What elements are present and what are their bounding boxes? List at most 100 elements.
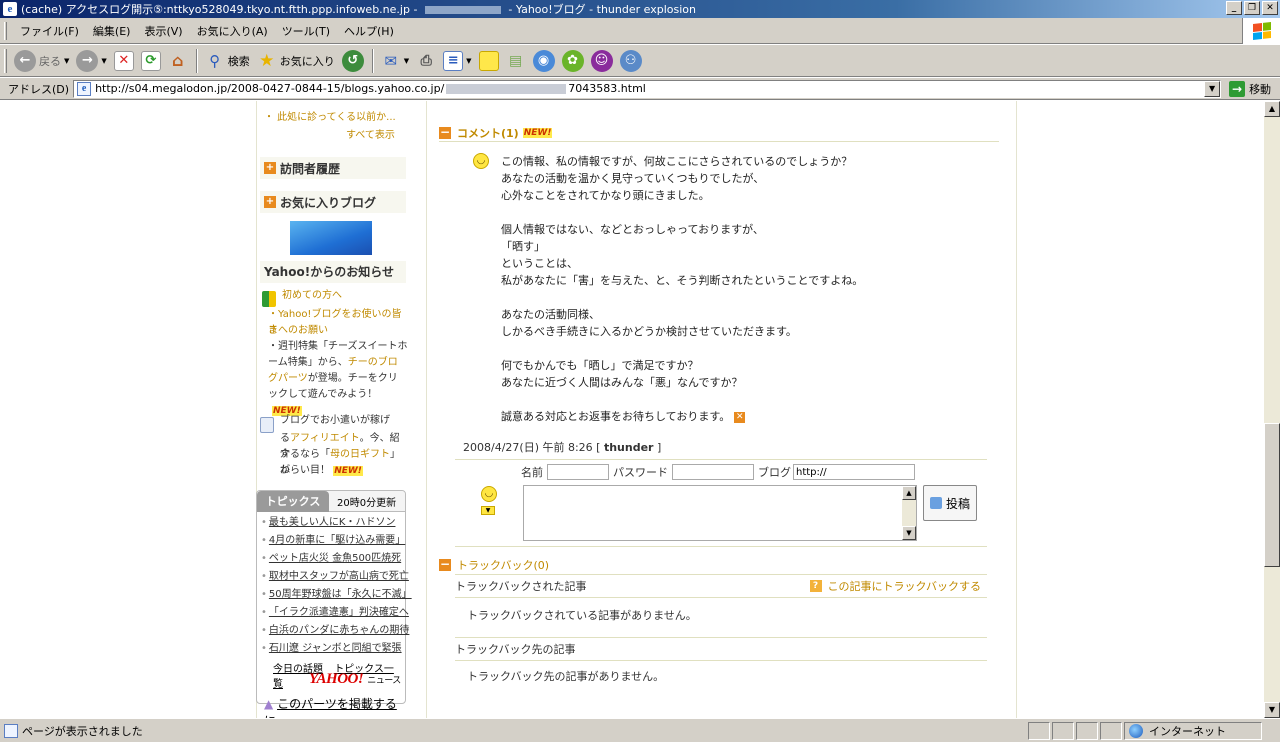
request-line-2: まへのお願い [268,325,328,336]
comment-author[interactable]: thunder [604,441,654,454]
feature-line-4: ックして遊んでみよう！ [268,389,378,400]
topic-link[interactable]: 取材中スタッフが高山病で死亡 [269,571,409,582]
show-all-link[interactable]: すべて表示 [346,126,395,141]
scroll-down-button[interactable]: ▼ [1264,702,1280,718]
recent-comment-link[interactable]: ・ 此処に診ってくる以前か... [264,108,396,123]
visitor-history-header[interactable]: + 訪問者履歴 [260,157,406,179]
menu-edit[interactable]: 編集(E) [86,21,138,41]
messenger-icon: ◉ [532,49,555,72]
expand-icon: + [264,196,276,208]
scroll-thumb[interactable] [1264,423,1280,567]
cheese-parts-link[interactable]: チーのブロ [348,357,398,368]
comment-paragraph: この情報、私の情報ですが、何故ここにさらされているのでしょうか？ あなたの活動を… [501,155,853,202]
comment-header[interactable]: − コメント(1) NEW! [439,124,999,142]
password-input[interactable] [672,464,754,480]
mothers-day-gift-link[interactable]: 母の日ギフト [330,449,390,460]
globe-icon [1129,723,1143,738]
embed-part-link[interactable]: ▲ このパーツを掲載するに [264,695,408,718]
contacts-button[interactable]: ⚇ [617,47,645,75]
comment-header-label: コメント(1) [457,126,519,140]
address-dropdown-button[interactable]: ▼ [1204,80,1221,97]
edit-button[interactable]: ≡ ▼ [440,47,474,75]
trackback-header-label: トラックバック(0) [457,559,550,572]
minimize-button[interactable]: _ [1226,1,1242,15]
scroll-down-icon[interactable]: ▼ [902,526,916,540]
trackback-header[interactable]: − トラックバック(0) [439,556,999,574]
restore-button[interactable]: ❐ [1244,1,1260,15]
refresh-button[interactable]: ⟳ [138,47,164,75]
menu-file[interactable]: ファイル(F) [13,21,86,41]
comment-form: ◡ ▼ 名前 パスワード ブログ ▲ ▼ 投稿 [455,459,987,547]
favorite-blogs-header[interactable]: + お気に入りブログ [260,191,406,213]
topic-link[interactable]: 「イラク派遣違憲」判決確定へ [269,607,409,618]
go-button[interactable]: → 移動 [1229,80,1272,97]
mail-button[interactable]: ✉ ▼ [378,47,412,75]
menu-view[interactable]: 表示(V) [137,21,189,41]
menu-help[interactable]: ヘルプ(H) [337,21,401,41]
name-input[interactable] [547,464,609,480]
menu-tools[interactable]: ツール(T) [275,21,337,41]
blog-url-input[interactable] [793,464,915,480]
topic-item[interactable]: 白浜のパンダに赤ちゃんの期待 [261,622,410,640]
address-input[interactable]: e http://s04.megalodon.jp/2008-0427-0844… [73,79,1222,98]
topic-link[interactable]: ペット店火災 金魚500匹焼死 [269,553,401,564]
notice-title: Yahoo!からのお知らせ [260,261,406,283]
topic-item[interactable]: 石川遼 ジャンボと同組で緊張 [261,640,405,658]
topics-tab[interactable]: トピックス [257,490,329,512]
trackback-this-link[interactable]: ? この記事にトラックバックする [809,578,981,594]
page-scrollbar[interactable]: ▲ ▼ [1264,101,1280,718]
topic-link[interactable]: 最も美しい人にK・ハドソン [269,517,396,528]
yahoo-messenger-button[interactable]: ☺ [588,47,616,75]
status-cell [1100,721,1122,740]
research-button[interactable]: ▤ [503,47,529,75]
search-button[interactable]: ⚲ 検索 [202,47,253,75]
topic-item[interactable]: 最も美しい人にK・ハドソン [261,514,405,532]
history-button[interactable]: ↺ [339,47,367,75]
beginners-label: 初めての方へ [282,290,342,301]
favorites-button[interactable]: ★ お気に入り [254,47,338,75]
toolbar-separator [195,48,198,73]
close-button[interactable]: ✕ [1262,1,1278,15]
scroll-up-icon[interactable]: ▲ [902,486,916,500]
notice-request-cont[interactable]: まへのお願い [268,323,328,339]
messenger-button[interactable]: ◉ [530,47,558,75]
topic-item[interactable]: 4月の新車に「駆け込み需要」 [261,532,405,550]
go-label: 移動 [1249,82,1272,96]
emoticon-dropdown-button[interactable]: ▼ [481,506,495,515]
blog-label: ブログ [758,466,791,479]
note-button[interactable] [476,47,502,75]
cheese-parts-link-2[interactable]: グパーツ [268,373,308,384]
affiliate-link[interactable]: アフィリエイト [290,433,360,444]
topic-link[interactable]: 4月の新車に「駆け込み需要」 [269,535,405,546]
yahoo-news-logo[interactable]: YAHOO! ニュース [309,671,401,688]
page-viewport[interactable]: ・ 此処に診ってくる以前か... すべて表示 + 訪問者履歴 + お気に入りブロ… [0,101,1264,718]
stop-button[interactable]: ✕ [111,47,137,75]
topic-link[interactable]: 白浜のパンダに赤ちゃんの期待 [269,625,410,636]
topic-link[interactable]: 石川遼 ジャンボと同組で緊張 [269,643,402,654]
comment-paragraph: あなたの活動同様、 しかるべき手続きに入るかどうか検討させていただきます。 [501,308,797,338]
comment-textarea[interactable]: ▲ ▼ [523,485,917,541]
topic-item[interactable]: 取材中スタッフが高山病で死亡 [261,568,409,586]
topics-list: 最も美しい人にK・ハドソン 4月の新車に「駆け込み需要」 ペット店火災 金魚50… [257,512,412,658]
beginners-link[interactable]: 初めての方へ [282,288,342,304]
topic-link[interactable]: 50周年野球盤は「永久に不滅」 [269,589,412,600]
topic-item[interactable]: 50周年野球盤は「永久に不滅」 [261,586,412,604]
print-button[interactable]: ⎙ [413,47,439,75]
home-button[interactable]: ⌂ [165,47,191,75]
banner-image[interactable] [290,221,372,255]
mail-icon: ✉ [384,51,398,70]
note-icon [478,50,499,71]
textarea-scrollbar[interactable]: ▲ ▼ [902,486,916,540]
topic-item[interactable]: 「イラク派遣違憲」判決確定へ [261,604,409,622]
menu-favorites[interactable]: お気に入り(A) [190,21,275,41]
back-button[interactable]: ← 戻る ▼ [11,47,72,75]
delete-comment-icon[interactable]: ✕ [734,411,746,423]
icq-button[interactable]: ✿ [559,47,587,75]
favorite-blogs-label: お気に入りブログ [280,195,377,210]
affiliate-text: するなら「 [280,449,330,460]
topic-item[interactable]: ペット店火災 金魚500匹焼死 [261,550,405,568]
forward-button[interactable]: → ▼ [73,47,109,75]
post-button[interactable]: 投稿 [923,485,977,521]
scroll-up-button[interactable]: ▲ [1264,101,1280,117]
main-content: − コメント(1) NEW! ◡ この情報、私の情報ですが、何故ここにさらされて… [427,101,1017,718]
